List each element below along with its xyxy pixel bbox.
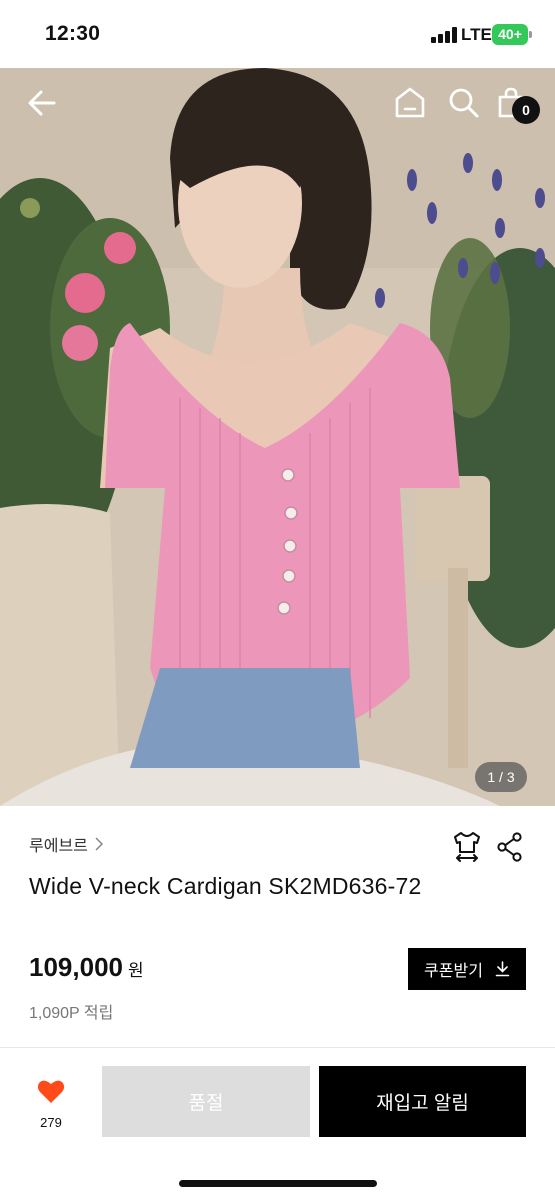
price: 109,000 xyxy=(29,952,123,982)
product-title: Wide V-neck Cardigan SK2MD636-72 xyxy=(29,873,422,899)
chevron-right-icon xyxy=(95,837,103,851)
network-label: LTE xyxy=(461,25,492,44)
coupon-label: 쿠폰받기 xyxy=(424,963,483,980)
home-indicator[interactable] xyxy=(179,1180,377,1187)
image-counter: 1 / 3 xyxy=(475,762,527,792)
brand-name: 루에브르 xyxy=(29,838,88,855)
product-photo xyxy=(0,68,555,806)
battery-icon: 40+ xyxy=(492,24,528,45)
size-fit-icon[interactable] xyxy=(452,830,482,862)
product-image[interactable] xyxy=(0,68,555,806)
share-icon[interactable] xyxy=(496,832,524,862)
brand-link[interactable]: 루에브르 xyxy=(29,832,104,856)
signal-icon xyxy=(431,27,457,43)
soldout-button[interactable]: 품절 xyxy=(102,1066,310,1137)
reward-points: 1,090P 적립 xyxy=(29,1005,114,1022)
back-arrow-icon[interactable] xyxy=(24,85,60,121)
like-button[interactable]: 279 xyxy=(28,1078,74,1130)
status-bar: 12:30 LTE 40+ xyxy=(0,0,555,68)
home-icon[interactable] xyxy=(392,85,428,121)
section-divider xyxy=(0,1047,555,1048)
cart-count-badge: 0 xyxy=(512,96,540,124)
search-icon[interactable] xyxy=(446,85,482,121)
coupon-download-button[interactable]: 쿠폰받기 xyxy=(408,948,526,990)
battery-cap xyxy=(529,31,532,38)
currency-label: 원 xyxy=(127,961,144,980)
heart-icon xyxy=(37,1080,65,1103)
price-row: 109,000 원 xyxy=(29,952,144,983)
like-count: 279 xyxy=(40,1115,62,1130)
restock-alert-button[interactable]: 재입고 알림 xyxy=(319,1066,526,1137)
download-icon xyxy=(495,961,510,977)
status-time: 12:30 xyxy=(45,22,101,45)
